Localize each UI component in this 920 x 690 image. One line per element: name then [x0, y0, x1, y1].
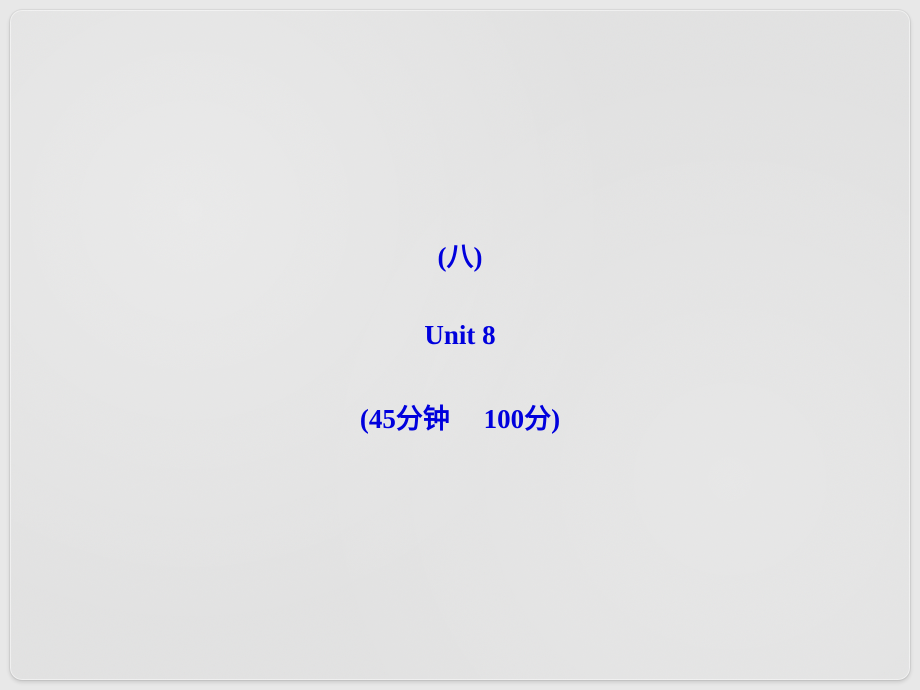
slide-time-score: (45分钟 100分): [360, 397, 560, 436]
slide-unit-title: Unit 8: [424, 320, 495, 351]
slide-heading-number: (八): [438, 235, 483, 274]
slide-frame: (八) Unit 8 (45分钟 100分): [10, 10, 910, 680]
slide-content: (八) Unit 8 (45分钟 100分): [10, 10, 910, 680]
